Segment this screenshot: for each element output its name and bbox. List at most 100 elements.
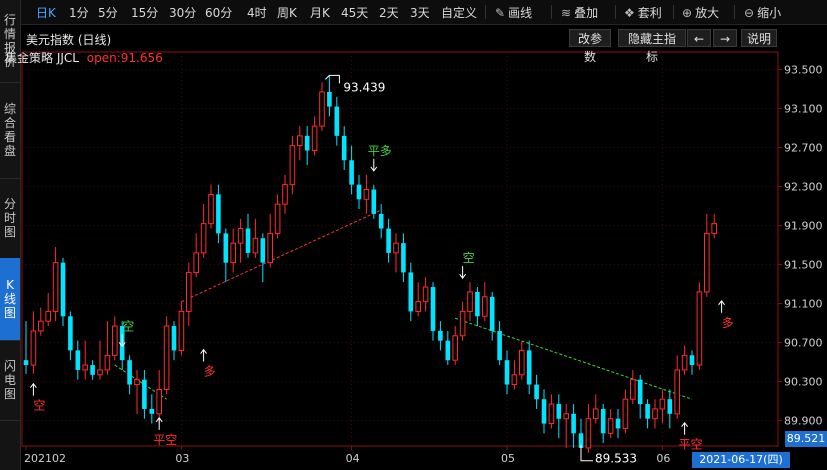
- candle-body-up: [297, 135, 303, 147]
- candle-body-up: [289, 145, 296, 186]
- candle-body-down: [600, 408, 606, 434]
- help-button[interactable]: 说明: [741, 29, 777, 47]
- candle-body-down: [142, 379, 147, 409]
- candle-body-down: [68, 316, 73, 351]
- candle-body-up: [267, 232, 273, 264]
- candle-body-up: [274, 203, 281, 234]
- candle-body-up: [607, 418, 614, 434]
- high-marker: [325, 74, 340, 84]
- candle-body-down: [378, 213, 384, 229]
- cursor-price-label: 89.521: [785, 431, 827, 447]
- candle-body-up: [208, 193, 214, 225]
- candle-body-up: [482, 296, 488, 317]
- candle-body-up: [459, 310, 466, 337]
- signal-label: 空: [165, 433, 177, 447]
- candle-body-down: [689, 355, 695, 366]
- candle-body-up: [622, 398, 629, 429]
- candle-body-down: [260, 238, 266, 263]
- y-tick-label: 91.500: [784, 259, 823, 272]
- candle-body-up: [652, 408, 658, 420]
- candle-body-down: [615, 418, 621, 429]
- signal-label: 空: [463, 251, 475, 265]
- signal-label: 空: [691, 438, 703, 452]
- candle-body-up: [393, 242, 399, 254]
- candle-body-up: [45, 310, 52, 322]
- candle-body-up: [630, 379, 636, 400]
- candle-body-up: [511, 374, 518, 386]
- x-tick-label: 06: [656, 452, 670, 465]
- candle-body-down: [60, 262, 66, 317]
- candle-body-down: [534, 384, 539, 400]
- candle-body-up: [311, 125, 318, 151]
- candle-body-up: [134, 379, 140, 386]
- candle-body-up: [52, 262, 59, 312]
- candle-body-up: [104, 354, 111, 371]
- candle-body-up: [82, 364, 89, 371]
- y-tick-label: 91.100: [784, 298, 823, 311]
- candle-body-up: [696, 291, 703, 366]
- candle-body-down: [386, 228, 391, 253]
- signal-label: 平: [153, 433, 165, 447]
- candle-body-up: [519, 349, 525, 376]
- arrow-right-button[interactable]: →: [713, 29, 737, 47]
- candle-body-up: [230, 242, 236, 264]
- candle-body-down: [23, 360, 29, 366]
- hide-main-indicator-button[interactable]: 隐藏主指标: [618, 29, 686, 64]
- candle-body-down: [356, 184, 362, 200]
- signal-label: 平: [368, 144, 380, 158]
- candle-body-up: [282, 184, 288, 205]
- candle-body-down: [637, 379, 643, 405]
- candle-body-down: [371, 189, 377, 214]
- x-tick-label: 05: [501, 452, 515, 465]
- candle-body-up: [452, 335, 458, 361]
- candle-body-down: [445, 340, 451, 361]
- signal-label: 空: [33, 399, 45, 413]
- candle-body-up: [711, 223, 718, 234]
- candle-body-down: [408, 272, 414, 312]
- y-tick-label: 91.900: [784, 220, 823, 233]
- y-tick-label: 92.700: [784, 142, 823, 155]
- candle-body-down: [75, 350, 81, 370]
- candle-body-down: [571, 413, 576, 434]
- arrow-left-button[interactable]: ←: [687, 29, 711, 47]
- candle-body-down: [216, 194, 221, 234]
- candle-body-up: [237, 228, 244, 244]
- candle-body-up: [593, 408, 599, 420]
- candle-body-down: [171, 326, 177, 351]
- candlestick-chart[interactable]: 93.500 93.100 92.700 92.300 91.900 91.500 91.1…: [0, 0, 827, 470]
- candle-body-down: [304, 135, 310, 151]
- signal-label: 平: [679, 438, 691, 452]
- candle-body-down: [526, 350, 532, 385]
- candle-body-up: [178, 310, 185, 351]
- candle-body-up: [422, 286, 429, 303]
- candle-body-up: [319, 91, 325, 127]
- candle-body-up: [30, 330, 37, 366]
- candle-body-down: [341, 135, 347, 161]
- candle-body-down: [667, 399, 673, 414]
- candle-body-down: [334, 106, 340, 136]
- candle-body-up: [467, 291, 473, 312]
- change-params-button[interactable]: 改参数: [569, 29, 611, 64]
- candle-body-up: [674, 369, 681, 415]
- candle-body-down: [349, 160, 354, 185]
- candle-body-down: [541, 399, 547, 424]
- candle-body-up: [97, 369, 103, 376]
- candle-body-up: [563, 413, 570, 420]
- signal-label: 多: [204, 365, 216, 379]
- candle-body-down: [497, 330, 502, 361]
- candle-body-down: [489, 296, 495, 331]
- candle-body-down: [223, 233, 229, 263]
- y-tick-label: 90.300: [784, 376, 823, 389]
- candle-body-up: [163, 325, 170, 390]
- y-tick-label: 90.700: [784, 337, 823, 350]
- candle-body-down: [475, 291, 480, 317]
- candle-body-down: [149, 408, 155, 414]
- candle-body-down: [245, 228, 251, 253]
- plot-border: [21, 51, 779, 447]
- candle-body-up: [363, 189, 370, 200]
- high-price-label: 93.439: [343, 80, 385, 94]
- candle-body-up: [112, 325, 118, 356]
- candle-body-down: [438, 330, 443, 341]
- candle-body-up: [38, 320, 44, 332]
- y-tick-label: 93.100: [784, 103, 823, 116]
